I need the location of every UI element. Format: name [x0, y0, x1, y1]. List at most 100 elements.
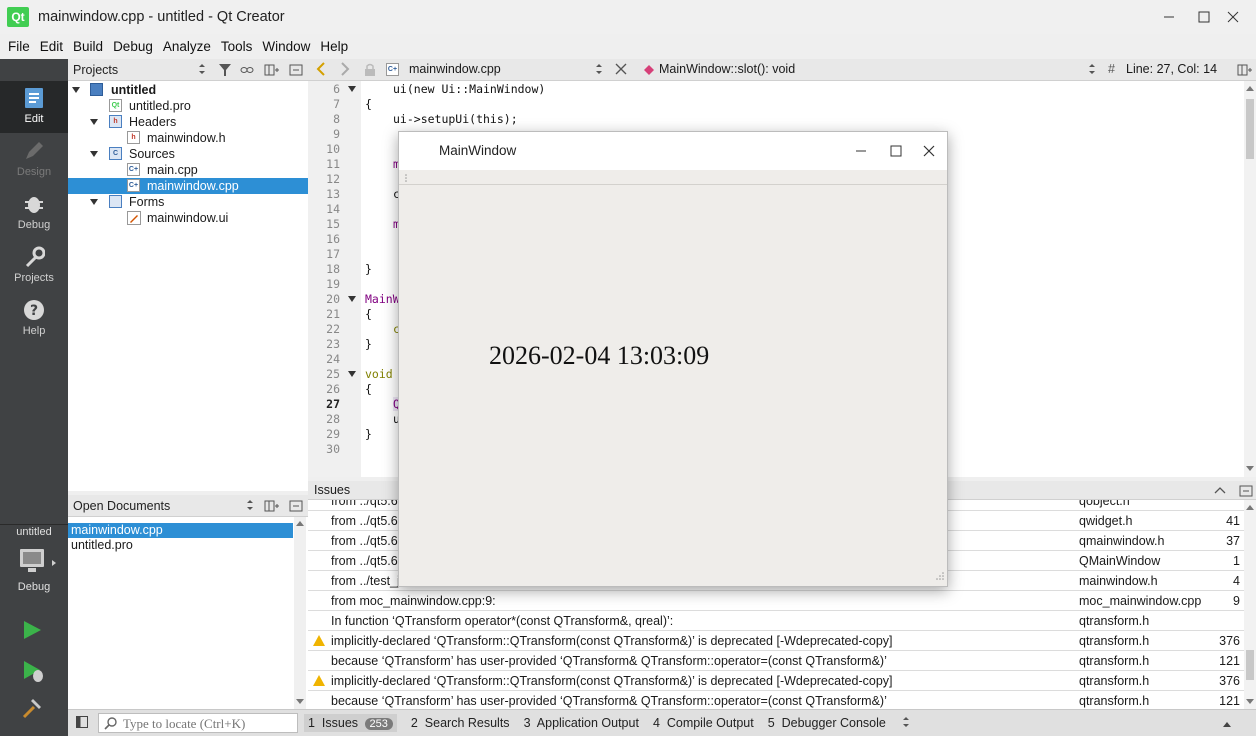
- tab-debugger-console[interactable]: 5 Debugger Console: [768, 716, 886, 730]
- projects-pane-title[interactable]: Projects: [73, 63, 118, 77]
- tab-issues[interactable]: 1 Issues 253: [304, 714, 397, 732]
- locator-text-field[interactable]: [123, 716, 293, 732]
- issue-row[interactable]: In function ‘QTransform operator*(const …: [308, 611, 1244, 631]
- line-number: 20: [326, 292, 340, 306]
- debug-run-button[interactable]: [21, 659, 45, 686]
- line-number: 12: [326, 172, 340, 186]
- tab-application-output[interactable]: 3 Application Output: [524, 716, 639, 730]
- issue-file: moc_mainwindow.cpp: [1079, 594, 1202, 608]
- locator-input[interactable]: [98, 713, 298, 733]
- menu-window[interactable]: Window: [257, 39, 315, 54]
- split-editor-icon[interactable]: [1237, 63, 1253, 80]
- maximize-pane-icon[interactable]: [1214, 484, 1226, 499]
- menu-help[interactable]: Help: [315, 39, 353, 54]
- symbol-selector-icon[interactable]: [1088, 62, 1096, 79]
- symbol-selector[interactable]: MainWindow::slot(): void: [659, 62, 795, 76]
- tab-compile-output[interactable]: 4 Compile Output: [653, 716, 754, 730]
- issue-row[interactable]: implicitly-declared ‘QTransform::QTransf…: [308, 631, 1244, 651]
- app-minimize-button[interactable]: [849, 140, 873, 162]
- open-document-item[interactable]: untitled.pro: [68, 538, 308, 553]
- menu-edit[interactable]: Edit: [35, 39, 68, 54]
- app-close-button[interactable]: [917, 140, 941, 162]
- link-icon[interactable]: [240, 63, 254, 80]
- code-text: MainW: [365, 292, 400, 306]
- open-documents-title[interactable]: Open Documents: [73, 499, 170, 513]
- expand-icon[interactable]: [72, 87, 80, 93]
- close-pane-icon[interactable]: [1239, 484, 1253, 501]
- size-grip-icon[interactable]: [935, 569, 945, 584]
- lock-icon: [364, 63, 376, 80]
- close-pane-icon[interactable]: [289, 499, 303, 516]
- menu-tools[interactable]: Tools: [216, 39, 258, 54]
- issue-description: In function ‘QTransform operator*(const …: [331, 614, 674, 628]
- build-button[interactable]: [21, 697, 43, 722]
- tree-item-mainwindow-ui[interactable]: mainwindow.ui: [68, 210, 308, 226]
- tree-item-main-cpp[interactable]: C+ main.cpp: [68, 162, 308, 178]
- close-pane-icon[interactable]: [289, 63, 303, 80]
- menu-bar: File Edit Build Debug Analyze Tools Wind…: [0, 34, 1256, 59]
- file-selector-icon[interactable]: [595, 62, 603, 79]
- hammer-icon: [22, 699, 41, 719]
- tree-item-sources[interactable]: C Sources: [68, 146, 308, 162]
- cursor-position[interactable]: Line: 27, Col: 14: [1126, 62, 1217, 76]
- menu-debug[interactable]: Debug: [108, 39, 158, 54]
- mode-projects[interactable]: Projects: [0, 240, 68, 292]
- issue-description: from moc_mainwindow.cpp:9:: [331, 594, 496, 608]
- line-number: 6: [333, 82, 340, 96]
- issue-row[interactable]: because ‘QTransform’ has user-provided ‘…: [308, 691, 1244, 709]
- code-text: {: [365, 307, 372, 321]
- fold-marker-icon[interactable]: [348, 296, 356, 302]
- expand-icon[interactable]: [90, 151, 98, 157]
- issue-line: 121: [1219, 694, 1240, 708]
- minimize-icon: [856, 150, 866, 152]
- app-main-window[interactable]: MainWindow 2026-02-04 13:03:09: [398, 131, 948, 587]
- issue-row[interactable]: from moc_mainwindow.cpp:9: moc_mainwindow…: [308, 591, 1244, 611]
- run-button[interactable]: [21, 619, 43, 644]
- more-tabs-icon[interactable]: [902, 715, 910, 732]
- issues-count-badge: 253: [364, 718, 393, 730]
- issue-row[interactable]: implicitly-declared ‘QTransform::QTransf…: [308, 671, 1244, 691]
- filter-icon[interactable]: [218, 63, 232, 80]
- editor-scrollbar[interactable]: [1244, 81, 1256, 477]
- forward-arrow-icon[interactable]: [340, 62, 350, 79]
- editor-file-name[interactable]: mainwindow.cpp: [409, 62, 501, 76]
- mode-edit[interactable]: Edit: [0, 81, 68, 133]
- fold-marker-icon[interactable]: [348, 86, 356, 92]
- tab-search-results[interactable]: 2 Search Results: [411, 716, 510, 730]
- toggle-sidebar-icon[interactable]: [76, 715, 88, 731]
- tree-item-headers[interactable]: h Headers: [68, 114, 308, 130]
- issue-description: because ‘QTransform’ has user-provided ‘…: [331, 694, 887, 708]
- close-button[interactable]: [1210, 0, 1256, 34]
- tree-item-mainwindow-h[interactable]: h mainwindow.h: [68, 130, 308, 146]
- split-icon[interactable]: [264, 499, 280, 516]
- scrollbar[interactable]: [294, 517, 306, 709]
- kit-selector[interactable]: [19, 547, 57, 580]
- toolbar-grip-icon[interactable]: [404, 172, 408, 187]
- open-document-item[interactable]: mainwindow.cpp: [68, 523, 293, 538]
- menu-file[interactable]: File: [3, 39, 35, 54]
- issues-scrollbar[interactable]: [1244, 500, 1256, 709]
- issue-row[interactable]: because ‘QTransform’ has user-provided ‘…: [308, 651, 1244, 671]
- tree-item-untitled[interactable]: untitled: [68, 82, 308, 98]
- tree-item-forms[interactable]: Forms: [68, 194, 308, 210]
- close-document-icon[interactable]: [615, 63, 627, 78]
- fold-marker-icon[interactable]: [348, 371, 356, 377]
- tree-item-label: untitled.pro: [129, 99, 191, 113]
- menu-build[interactable]: Build: [68, 39, 108, 54]
- tree-item-untitled-pro[interactable]: Qt untitled.pro: [68, 98, 308, 114]
- pane-selector-icon[interactable]: [246, 498, 254, 515]
- pane-selector-icon[interactable]: [198, 62, 206, 79]
- mode-design[interactable]: Design: [0, 134, 68, 186]
- expand-icon[interactable]: [90, 199, 98, 205]
- expand-icon[interactable]: [90, 119, 98, 125]
- menu-analyze[interactable]: Analyze: [158, 39, 216, 54]
- tab-number: 4: [652, 716, 660, 730]
- split-icon[interactable]: [264, 63, 280, 80]
- toggle-output-pane-icon[interactable]: [1222, 717, 1232, 731]
- mode-label: Edit: [24, 113, 44, 125]
- mode-help[interactable]: ? Help: [0, 293, 68, 345]
- app-maximize-button[interactable]: [884, 140, 908, 162]
- back-arrow-icon[interactable]: [316, 62, 326, 79]
- mode-debug[interactable]: Debug: [0, 187, 68, 239]
- tree-item-mainwindow-cpp[interactable]: C+ mainwindow.cpp: [68, 178, 308, 194]
